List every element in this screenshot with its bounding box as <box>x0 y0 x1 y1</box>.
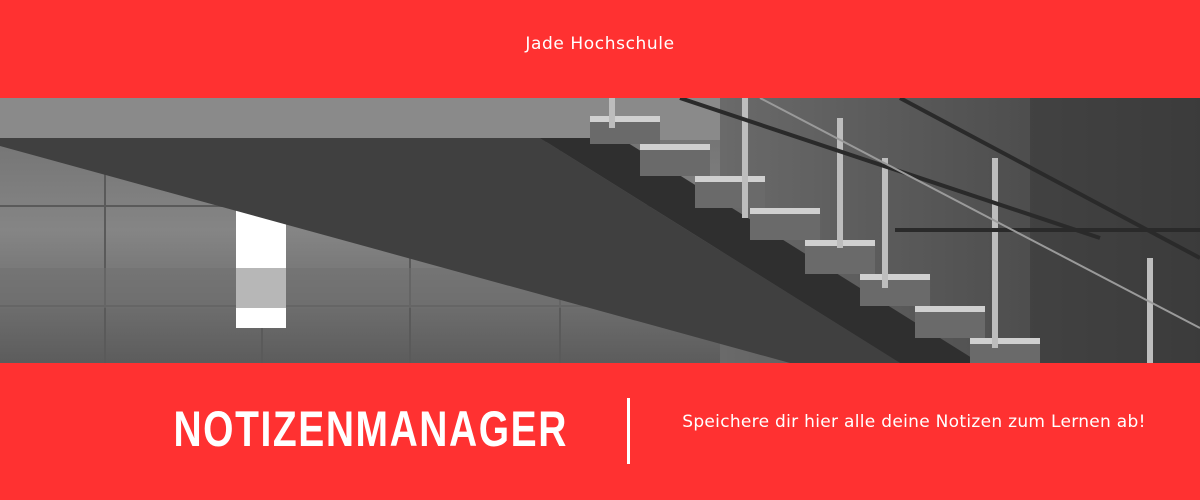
institution-name: Jade Hochschule <box>525 34 675 54</box>
staircase-photo <box>0 98 1200 363</box>
vertical-divider <box>627 398 630 464</box>
banner-page: Jade Hochschule NOTIZENMANAGER Speichere… <box>0 0 1200 500</box>
tagline: Speichere dir hier alle deine Notizen zu… <box>682 412 1146 432</box>
app-title: NOTIZENMANAGER <box>173 401 568 457</box>
